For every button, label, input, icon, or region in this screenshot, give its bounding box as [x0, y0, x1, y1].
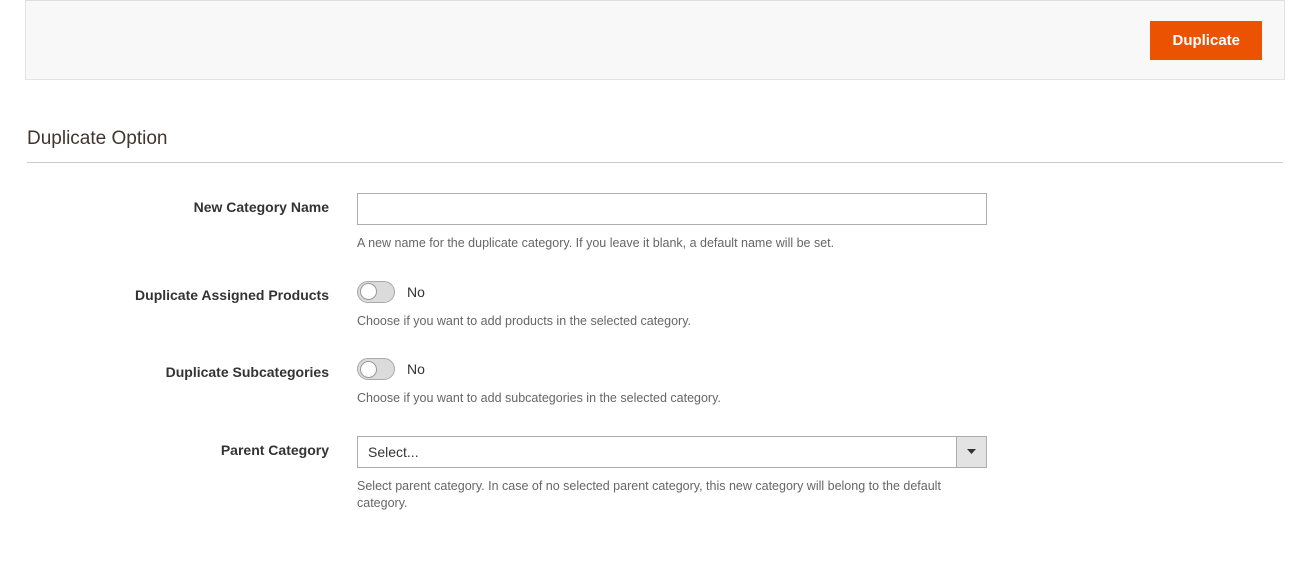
- helper-new-category-name: A new name for the duplicate category. I…: [357, 235, 987, 253]
- parent-category-select[interactable]: Select...: [357, 436, 987, 468]
- duplicate-button[interactable]: Duplicate: [1150, 21, 1262, 60]
- section-title: Duplicate Option: [27, 128, 1283, 163]
- toggle-duplicate-subcategories[interactable]: [357, 358, 395, 380]
- helper-duplicate-subcategories: Choose if you want to add subcategories …: [357, 390, 987, 408]
- label-duplicate-products: Duplicate Assigned Products: [27, 281, 357, 303]
- label-new-category-name: New Category Name: [27, 193, 357, 215]
- row-duplicate-subcategories: Duplicate Subcategories No Choose if you…: [27, 358, 1283, 408]
- new-category-name-input[interactable]: [357, 193, 987, 225]
- toggle-knob: [360, 361, 377, 378]
- select-arrow-button[interactable]: [956, 437, 986, 467]
- content-area: Duplicate Option New Category Name A new…: [0, 128, 1310, 513]
- label-duplicate-subcategories: Duplicate Subcategories: [27, 358, 357, 380]
- row-new-category-name: New Category Name A new name for the dup…: [27, 193, 1283, 253]
- label-parent-category: Parent Category: [27, 436, 357, 458]
- helper-duplicate-products: Choose if you want to add products in th…: [357, 313, 987, 331]
- toggle-knob: [360, 283, 377, 300]
- toggle-duplicate-products[interactable]: [357, 281, 395, 303]
- toggle-value-duplicate-subcategories: No: [407, 361, 425, 377]
- toggle-value-duplicate-products: No: [407, 284, 425, 300]
- chevron-down-icon: [967, 449, 976, 455]
- form: New Category Name A new name for the dup…: [27, 193, 1283, 513]
- header-bar: Duplicate: [25, 0, 1285, 80]
- helper-parent-category: Select parent category. In case of no se…: [357, 478, 987, 513]
- row-duplicate-products: Duplicate Assigned Products No Choose if…: [27, 281, 1283, 331]
- row-parent-category: Parent Category Select... Select parent …: [27, 436, 1283, 513]
- select-display: Select...: [358, 437, 956, 467]
